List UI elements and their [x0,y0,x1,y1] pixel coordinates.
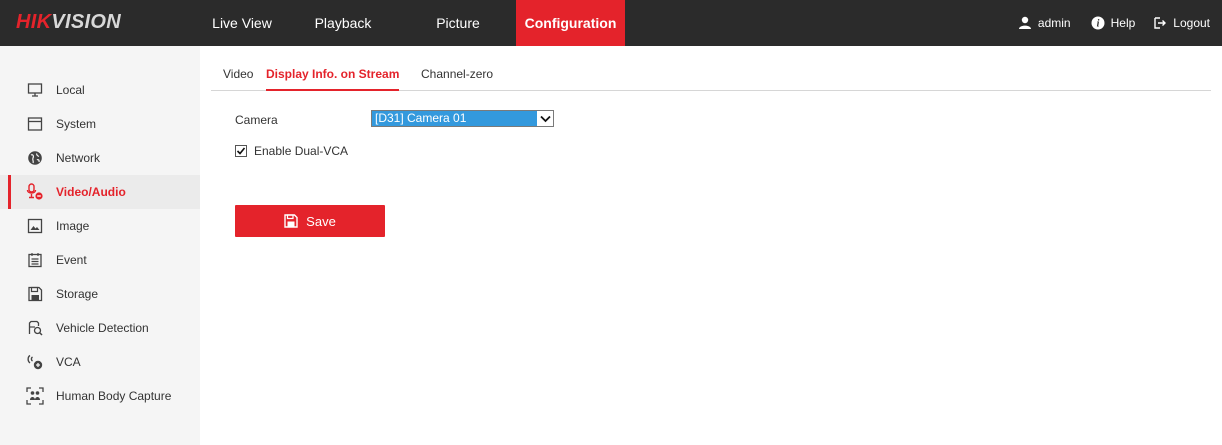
camera-label: Camera [235,113,278,127]
system-icon [26,115,44,133]
sidebar-item-video-audio[interactable]: Video/Audio [0,175,200,209]
save-icon [284,214,298,228]
enable-dual-vca-label: Enable Dual-VCA [254,144,349,158]
tab-video[interactable]: Video [223,59,253,91]
nav-picture[interactable]: Picture [400,0,516,46]
sidebar-item-label: Network [56,151,101,165]
sidebar-item-local[interactable]: Local [0,73,200,107]
checkmark-icon [236,147,246,155]
camera-select[interactable]: [D31] Camera 01 [371,110,554,127]
user-name: admin [1037,16,1071,30]
sidebar-item-vehicle-detection[interactable]: Vehicle Detection [0,311,200,345]
image-icon [26,217,44,235]
enable-dual-vca-checkbox[interactable] [235,145,247,157]
human-body-capture-icon [26,387,44,405]
sidebar-item-label: VCA [56,355,81,369]
logo-text-vision: VISION [51,11,121,33]
top-bar: HIKVISION Live View Playback Picture Con… [0,0,1222,46]
calendar-icon [26,251,44,269]
logout-link[interactable]: Logout [1153,16,1210,30]
camera-select-value: [D31] Camera 01 [372,111,537,126]
help-label: Help [1110,16,1136,30]
sidebar-item-system[interactable]: System [0,107,200,141]
sidebar-item-label: Image [56,219,90,233]
monitor-icon [26,81,44,99]
header-actions: admin i Help Logout [1018,0,1222,46]
globe-icon [26,149,44,167]
sidebar-item-storage[interactable]: Storage [0,277,200,311]
main-nav: Live View Playback Picture Configuration [198,0,625,46]
microphone-icon [26,183,44,201]
chevron-down-icon[interactable] [537,111,553,126]
sidebar: Local System Network Video/Audio Image E… [0,46,200,445]
help-link[interactable]: i Help [1091,16,1136,30]
help-icon: i [1091,16,1105,30]
sidebar-item-label: Vehicle Detection [56,321,149,335]
nav-playback-label: Playback [314,15,372,31]
tab-video-label: Video [223,67,254,81]
user-menu[interactable]: admin [1018,16,1071,30]
sidebar-item-label: Human Body Capture [56,389,172,403]
sidebar-item-label: Local [56,83,85,97]
tab-channel-zero[interactable]: Channel-zero [421,59,493,91]
nav-configuration-label: Configuration [524,15,617,31]
svg-text:i: i [1096,19,1099,30]
save-button-label: Save [306,213,336,229]
tab-display-info-label: Display Info. on Stream [266,67,400,81]
tab-display-info-on-stream[interactable]: Display Info. on Stream [266,59,400,91]
sidebar-item-event[interactable]: Event [0,243,200,277]
storage-icon [26,285,44,303]
logo-text-hik: HIK [16,11,52,33]
hikvision-logo: HIKVISION [16,11,121,34]
nav-picture-label: Picture [436,15,480,31]
logout-label: Logout [1173,16,1210,30]
sidebar-item-label: System [56,117,97,131]
config-tabs: Video Display Info. on Stream Channel-ze… [211,59,1211,91]
sidebar-item-vca[interactable]: VCA [0,345,200,379]
enable-dual-vca-row: Enable Dual-VCA [235,144,348,158]
user-icon [1018,16,1031,29]
sidebar-item-label: Video/Audio [56,185,126,199]
nav-configuration[interactable]: Configuration [516,0,625,46]
tab-channel-zero-label: Channel-zero [421,67,494,81]
nav-playback[interactable]: Playback [286,0,400,46]
sidebar-item-label: Event [56,253,87,267]
sidebar-item-network[interactable]: Network [0,141,200,175]
save-button[interactable]: Save [235,205,385,237]
sidebar-item-image[interactable]: Image [0,209,200,243]
sidebar-item-human-body-capture[interactable]: Human Body Capture [0,379,200,413]
vehicle-detection-icon [26,319,44,337]
nav-live-view-label: Live View [212,15,272,31]
sidebar-item-label: Storage [56,287,99,301]
vca-icon [26,353,44,371]
nav-live-view[interactable]: Live View [198,0,286,46]
logout-icon [1154,17,1167,29]
